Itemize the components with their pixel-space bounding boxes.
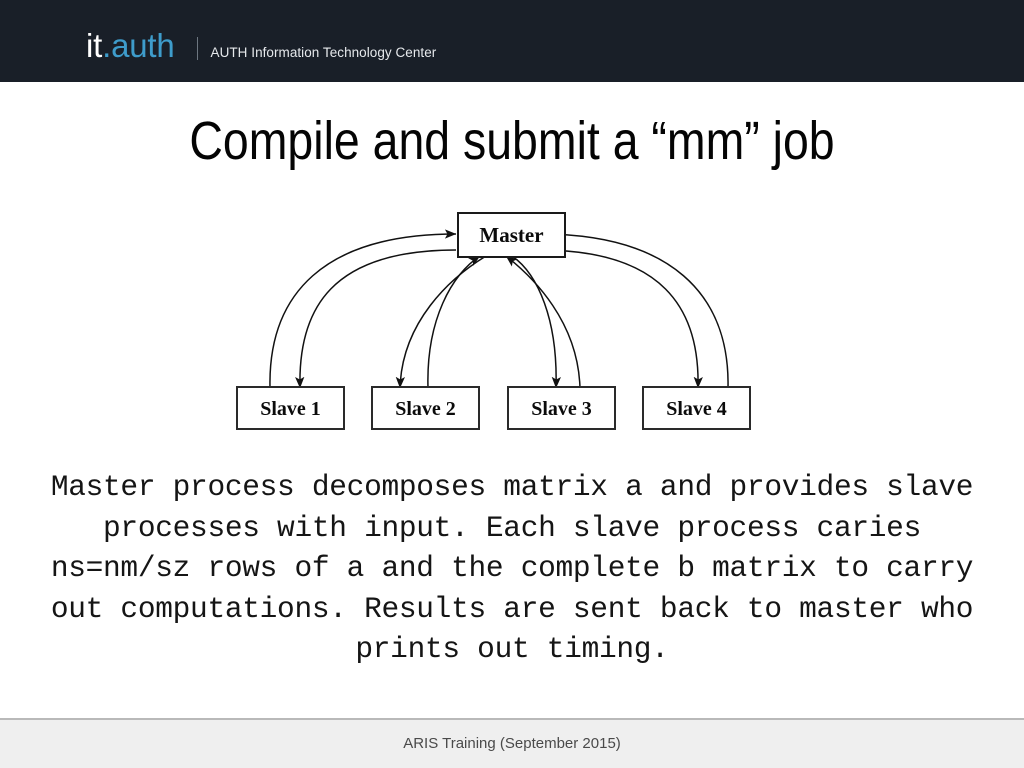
edge-master-to-slave3 xyxy=(511,255,561,389)
slave4-label: Slave 4 xyxy=(666,398,727,420)
brand-accent-text: .auth xyxy=(102,27,175,64)
brand-divider xyxy=(196,37,198,60)
brand-subtitle: AUTH Information Technology Center xyxy=(210,45,437,60)
edge-slave2-to-master xyxy=(427,255,481,389)
diagram-node-slave1: Slave 1 xyxy=(236,386,345,430)
brand-primary-text: it xyxy=(86,27,103,64)
edge-slave4-to-master xyxy=(539,229,729,389)
diagram-node-slave3: Slave 3 xyxy=(507,386,616,430)
slave3-label: Slave 3 xyxy=(531,398,592,420)
footer-label: ARIS Training (September 2015) xyxy=(403,735,621,752)
slave2-label: Slave 2 xyxy=(395,398,456,420)
edge-master-to-slave4 xyxy=(539,249,703,389)
edge-master-to-slave2 xyxy=(395,255,487,389)
body-paragraph: Master process decomposes matrix a and p… xyxy=(50,470,991,667)
header-band: it .auth AUTH Information Technology Cent… xyxy=(0,0,1024,82)
edge-master-to-slave1 xyxy=(295,249,457,389)
master-label: Master xyxy=(479,223,543,247)
brand-logo: it .auth AUTH Information Technology Cent… xyxy=(86,27,436,65)
diagram-node-slave2: Slave 2 xyxy=(371,386,480,430)
page-title: Compile and submit a “mm” job xyxy=(189,111,835,171)
slave1-label: Slave 1 xyxy=(260,398,321,420)
diagram-node-slave4: Slave 4 xyxy=(642,386,751,430)
master-slave-diagram: Master Slave 1 Slave 2 Slave 3 Slave 4 xyxy=(228,198,768,443)
diagram-node-master: Master xyxy=(457,212,566,258)
edge-slave3-to-master xyxy=(505,255,581,389)
